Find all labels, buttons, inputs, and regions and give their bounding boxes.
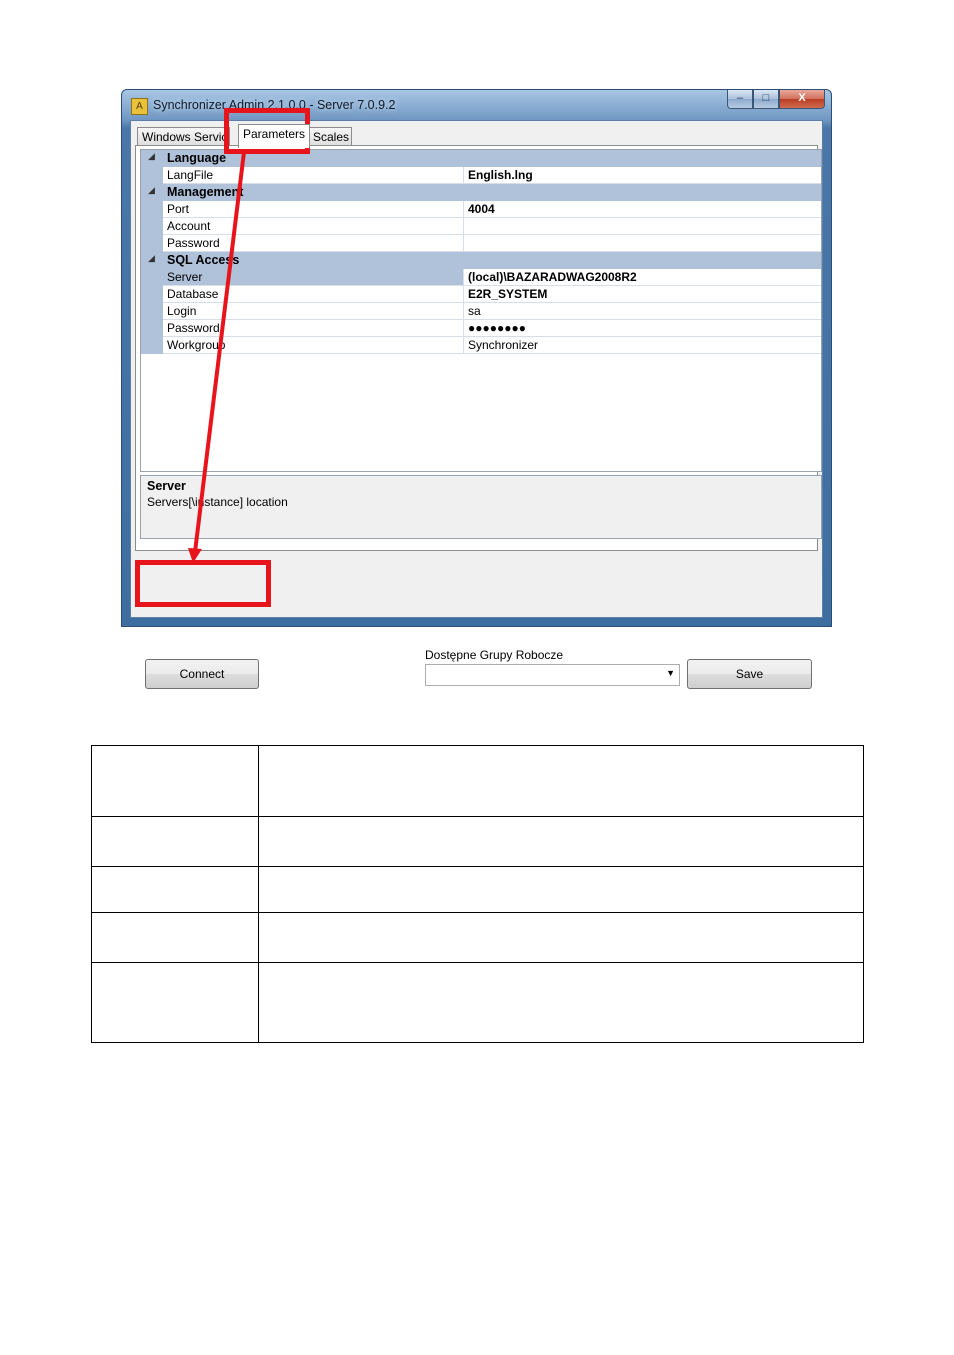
row-gutter [141, 337, 163, 354]
table-cell [91, 866, 259, 913]
save-button[interactable]: Save [687, 659, 812, 689]
description-pane: Server Servers[\instance] location [140, 475, 822, 539]
property-name: Account [163, 218, 464, 235]
category-sql-access[interactable]: ◢ SQL Access [141, 252, 821, 269]
property-value[interactable]: (local)\BAZARADWAG2008R2 [464, 269, 821, 286]
property-value[interactable]: sa [464, 303, 821, 320]
tab-parameters[interactable]: Parameters [238, 124, 310, 148]
workgroups-select[interactable]: ▼ [425, 664, 680, 686]
property-value[interactable]: ●●●●●●●● [464, 320, 821, 337]
property-name: Server [163, 269, 464, 286]
workgroups-label: Dostępne Grupy Robocze [425, 648, 564, 662]
property-value[interactable]: Synchronizer [464, 337, 821, 354]
toggle-collapse-icon[interactable]: ◢ [148, 253, 155, 264]
row-gutter [141, 286, 163, 303]
property-value[interactable] [464, 218, 821, 235]
table-cell [258, 816, 864, 867]
row-gutter [141, 218, 163, 235]
connect-button[interactable]: Connect [145, 659, 259, 689]
table-cell [91, 745, 259, 817]
window-controls: – □ X [727, 90, 825, 109]
close-button[interactable]: X [779, 90, 825, 109]
window-client: Windows Service Parameters Scales ◢ Lang… [130, 120, 823, 689]
property-name: LangFile [163, 167, 464, 184]
app-icon: A [131, 98, 148, 115]
category-management[interactable]: ◢ Management [141, 184, 821, 201]
category-name: SQL Access [167, 253, 240, 267]
parameters-panel: ◢ Language LangFile English.lng ◢ Manage… [135, 145, 822, 551]
row-gutter [141, 320, 163, 337]
table-row [91, 816, 864, 867]
property-row[interactable]: Login sa [141, 303, 821, 320]
empty-table [91, 745, 864, 1043]
category-name: Language [167, 151, 227, 165]
table-cell [258, 745, 864, 817]
property-value[interactable]: 4004 [464, 201, 821, 218]
property-name: Port [163, 201, 464, 218]
category-name: Management [167, 185, 244, 199]
description-text: Servers[\instance] location [147, 495, 288, 509]
minimize-button[interactable]: – [727, 90, 753, 109]
toggle-collapse-icon[interactable]: ◢ [148, 151, 155, 162]
property-row[interactable]: Database E2R_SYSTEM [141, 286, 821, 303]
table-row [91, 866, 864, 913]
table-row [91, 745, 864, 817]
connect-button-highlight [135, 560, 271, 607]
row-gutter [141, 235, 163, 252]
property-row[interactable]: Port 4004 [141, 201, 821, 218]
row-gutter [141, 201, 163, 218]
property-value[interactable]: E2R_SYSTEM [464, 286, 821, 303]
property-row[interactable]: Password [141, 235, 821, 252]
property-name: Workgroup [163, 337, 464, 354]
table-row [91, 962, 864, 1043]
table-cell [91, 816, 259, 867]
row-gutter [141, 167, 163, 184]
description-title: Server [147, 479, 186, 493]
app-window: A Synchronizer Admin 2.1.0.0 - Server 7.… [121, 89, 832, 689]
property-name: Password [163, 235, 464, 252]
property-grid[interactable]: ◢ Language LangFile English.lng ◢ Manage… [140, 149, 822, 472]
maximize-button[interactable]: □ [753, 90, 779, 109]
property-name: Database [163, 286, 464, 303]
property-value[interactable] [464, 235, 821, 252]
property-value[interactable]: English.lng [464, 167, 821, 184]
property-row[interactable]: Account [141, 218, 821, 235]
row-gutter [141, 303, 163, 320]
property-row[interactable]: Workgroup Synchronizer [141, 337, 821, 354]
tab-scales[interactable]: Scales [308, 127, 352, 146]
tab-windows-service[interactable]: Windows Service [137, 127, 230, 146]
property-row[interactable]: Password ●●●●●●●● [141, 320, 821, 337]
property-name: Login [163, 303, 464, 320]
dropdown-arrow-icon[interactable]: ▼ [666, 668, 675, 678]
toggle-collapse-icon[interactable]: ◢ [148, 185, 155, 196]
table-cell [91, 962, 259, 1043]
property-row-selected[interactable]: Server (local)\BAZARADWAG2008R2 [141, 269, 821, 286]
table-row [91, 912, 864, 963]
table-cell [258, 866, 864, 913]
table-cell [258, 962, 864, 1043]
table-cell [258, 912, 864, 963]
property-name: Password [163, 320, 464, 337]
row-gutter [141, 269, 163, 286]
table-cell [91, 912, 259, 963]
property-row[interactable]: LangFile English.lng [141, 167, 821, 184]
